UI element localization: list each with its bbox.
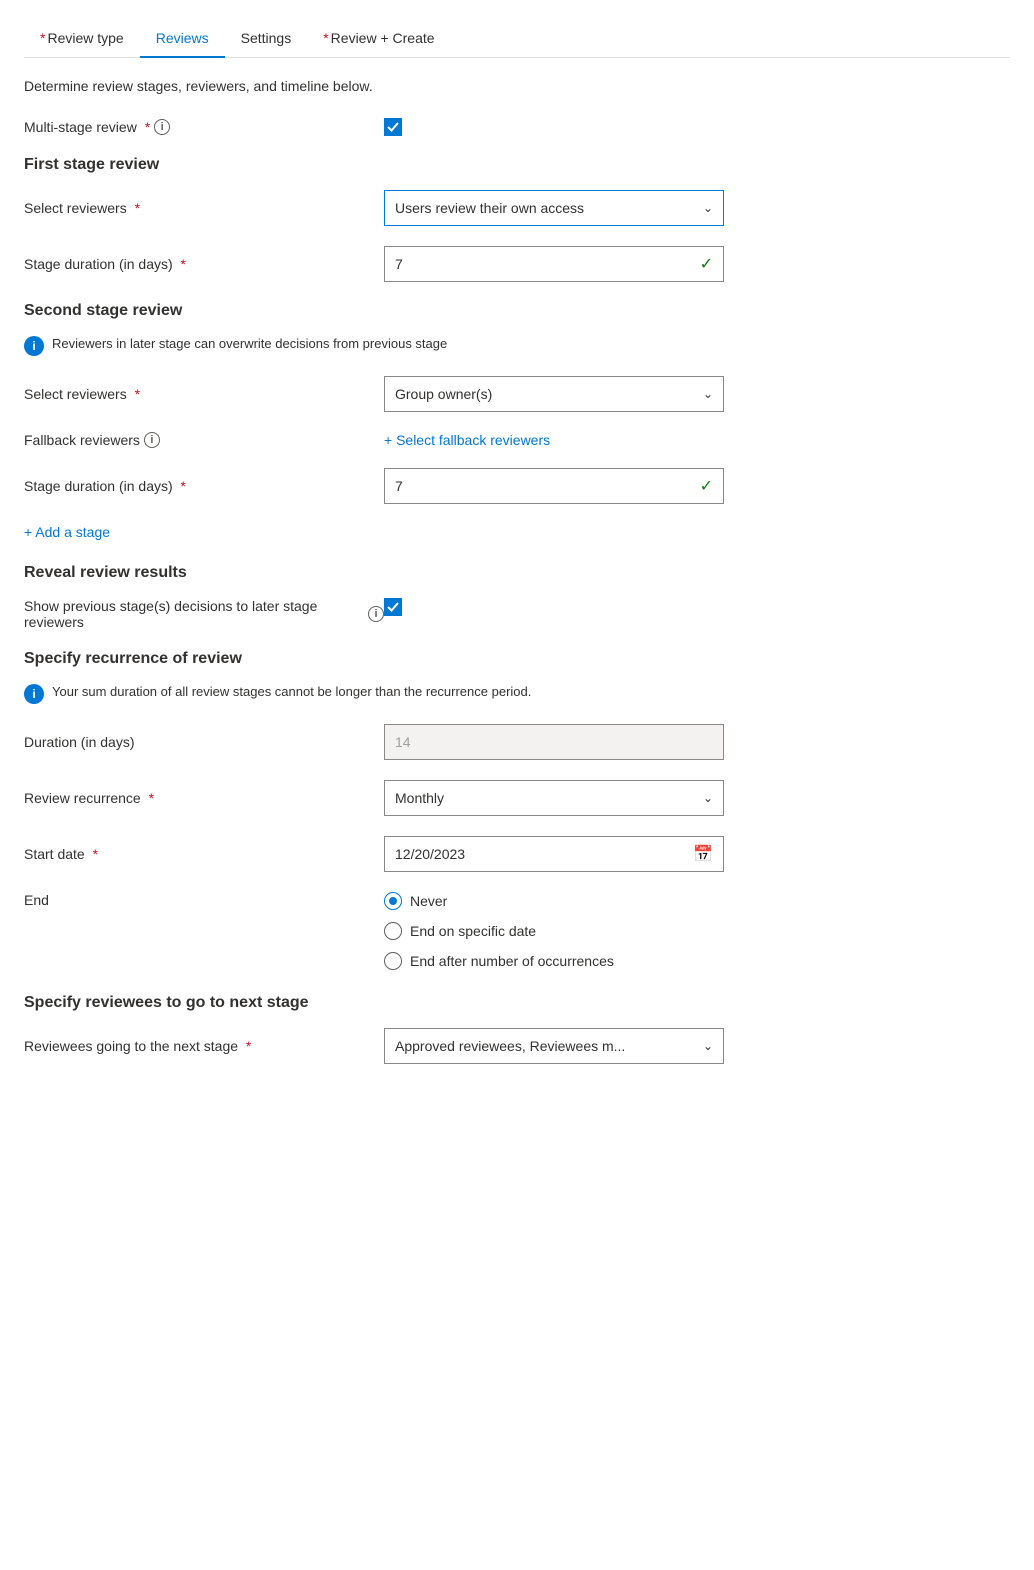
second-stage-duration-row: Stage duration (in days) * 7 ✓ <box>24 468 1010 504</box>
second-stage-duration-check-icon: ✓ <box>700 476 713 496</box>
second-stage-duration-wrap: 7 ✓ <box>384 468 724 504</box>
first-stage-duration-input[interactable]: 7 ✓ <box>384 246 724 282</box>
review-recurrence-chevron-icon: ⌄ <box>703 791 713 805</box>
reviewees-next-stage-label: Reviewees going to the next stage * <box>24 1038 384 1054</box>
multi-stage-row: Multi-stage review * i <box>24 118 1010 136</box>
second-stage-fallback-row: Fallback reviewers i + Select fallback r… <box>24 432 1010 448</box>
second-stage-info-icon: i <box>24 336 44 356</box>
tab-reviews[interactable]: Reviews <box>140 20 225 58</box>
add-stage-button[interactable]: + Add a stage <box>24 524 1010 540</box>
fallback-info-icon: i <box>144 432 160 448</box>
first-stage-header: First stage review <box>24 156 1010 174</box>
end-after-occurrences-option[interactable]: End after number of occurrences <box>384 952 724 970</box>
first-stage-duration-label: Stage duration (in days) * <box>24 256 384 272</box>
show-decisions-label: Show previous stage(s) decisions to late… <box>24 598 384 630</box>
recurrence-info-icon: i <box>24 684 44 704</box>
second-stage-select-reviewers-row: Select reviewers * Group owner(s) ⌄ <box>24 376 1010 412</box>
start-date-row: Start date * 12/20/2023 📅 <box>24 836 1010 872</box>
first-stage-select-reviewers-row: Select reviewers * Users review their ow… <box>24 190 1010 226</box>
end-after-occurrences-radio[interactable] <box>384 952 402 970</box>
duration-row: Duration (in days) 14 <box>24 724 1010 760</box>
show-decisions-row: Show previous stage(s) decisions to late… <box>24 598 1010 630</box>
nav-tabs: *Review type Reviews Settings *Review + … <box>24 20 1010 58</box>
first-stage-select-reviewers-wrap: Users review their own access ⌄ <box>384 190 724 226</box>
multi-stage-label: Multi-stage review * i <box>24 119 384 135</box>
end-never-option[interactable]: Never <box>384 892 724 910</box>
start-date-input[interactable]: 12/20/2023 📅 <box>384 836 724 872</box>
first-stage-duration-check-icon: ✓ <box>700 254 713 274</box>
show-decisions-checkbox[interactable] <box>384 598 724 616</box>
duration-wrap: 14 <box>384 724 724 760</box>
multi-stage-checkbox[interactable] <box>384 118 724 136</box>
calendar-icon: 📅 <box>693 844 713 864</box>
first-stage-duration-wrap: 7 ✓ <box>384 246 724 282</box>
second-stage-select-reviewers-label: Select reviewers * <box>24 386 384 402</box>
tab-review-create[interactable]: *Review + Create <box>307 20 450 58</box>
review-recurrence-row: Review recurrence * Monthly ⌄ <box>24 780 1010 816</box>
second-stage-reviewers-dropdown[interactable]: Group owner(s) ⌄ <box>384 376 724 412</box>
recurrence-header: Specify recurrence of review <box>24 650 1010 668</box>
duration-input[interactable]: 14 <box>384 724 724 760</box>
review-recurrence-label: Review recurrence * <box>24 790 384 806</box>
reviewees-header: Specify reviewees to go to next stage <box>24 994 1010 1012</box>
start-date-wrap: 12/20/2023 📅 <box>384 836 724 872</box>
first-stage-duration-row: Stage duration (in days) * 7 ✓ <box>24 246 1010 282</box>
duration-label: Duration (in days) <box>24 734 384 750</box>
reviewees-next-stage-chevron-icon: ⌄ <box>703 1039 713 1053</box>
end-never-radio[interactable] <box>384 892 402 910</box>
reviewees-next-stage-dropdown[interactable]: Approved reviewees, Reviewees m... ⌄ <box>384 1028 724 1064</box>
end-specific-date-radio[interactable] <box>384 922 402 940</box>
reviewees-next-stage-wrap: Approved reviewees, Reviewees m... ⌄ <box>384 1028 724 1064</box>
review-recurrence-dropdown[interactable]: Monthly ⌄ <box>384 780 724 816</box>
end-specific-date-option[interactable]: End on specific date <box>384 922 724 940</box>
second-stage-select-reviewers-wrap: Group owner(s) ⌄ <box>384 376 724 412</box>
first-stage-reviewers-dropdown[interactable]: Users review their own access ⌄ <box>384 190 724 226</box>
tab-review-type[interactable]: *Review type <box>24 20 140 58</box>
end-specific-date-label: End on specific date <box>410 923 536 939</box>
end-label: End <box>24 892 384 908</box>
end-never-label: Never <box>410 893 447 909</box>
reviewees-next-stage-row: Reviewees going to the next stage * Appr… <box>24 1028 1010 1064</box>
select-fallback-reviewers-link[interactable]: + Select fallback reviewers <box>384 432 724 448</box>
reveal-results-header: Reveal review results <box>24 564 1010 582</box>
multi-stage-info-icon: i <box>154 119 170 135</box>
show-decisions-info-icon: i <box>368 606 384 622</box>
end-options-wrap: Never End on specific date End after num… <box>384 892 724 970</box>
recurrence-info-banner: i Your sum duration of all review stages… <box>24 684 1010 704</box>
second-stage-header: Second stage review <box>24 302 1010 320</box>
tab-settings[interactable]: Settings <box>225 20 308 58</box>
start-date-label: Start date * <box>24 846 384 862</box>
first-stage-select-reviewers-label: Select reviewers * <box>24 200 384 216</box>
second-stage-fallback-label: Fallback reviewers i <box>24 432 384 448</box>
second-stage-reviewers-chevron-icon: ⌄ <box>703 387 713 401</box>
end-never-radio-inner <box>389 897 397 905</box>
first-stage-reviewers-chevron-icon: ⌄ <box>703 201 713 215</box>
review-recurrence-wrap: Monthly ⌄ <box>384 780 724 816</box>
end-radio-group: Never End on specific date End after num… <box>384 892 724 970</box>
end-after-occurrences-label: End after number of occurrences <box>410 953 614 969</box>
end-row: End Never End on specific date End after… <box>24 892 1010 970</box>
second-stage-info-banner: i Reviewers in later stage can overwrite… <box>24 336 1010 356</box>
second-stage-fallback-wrap: + Select fallback reviewers <box>384 432 724 448</box>
second-stage-duration-input[interactable]: 7 ✓ <box>384 468 724 504</box>
second-stage-duration-label: Stage duration (in days) * <box>24 478 384 494</box>
page-description: Determine review stages, reviewers, and … <box>24 78 1010 94</box>
